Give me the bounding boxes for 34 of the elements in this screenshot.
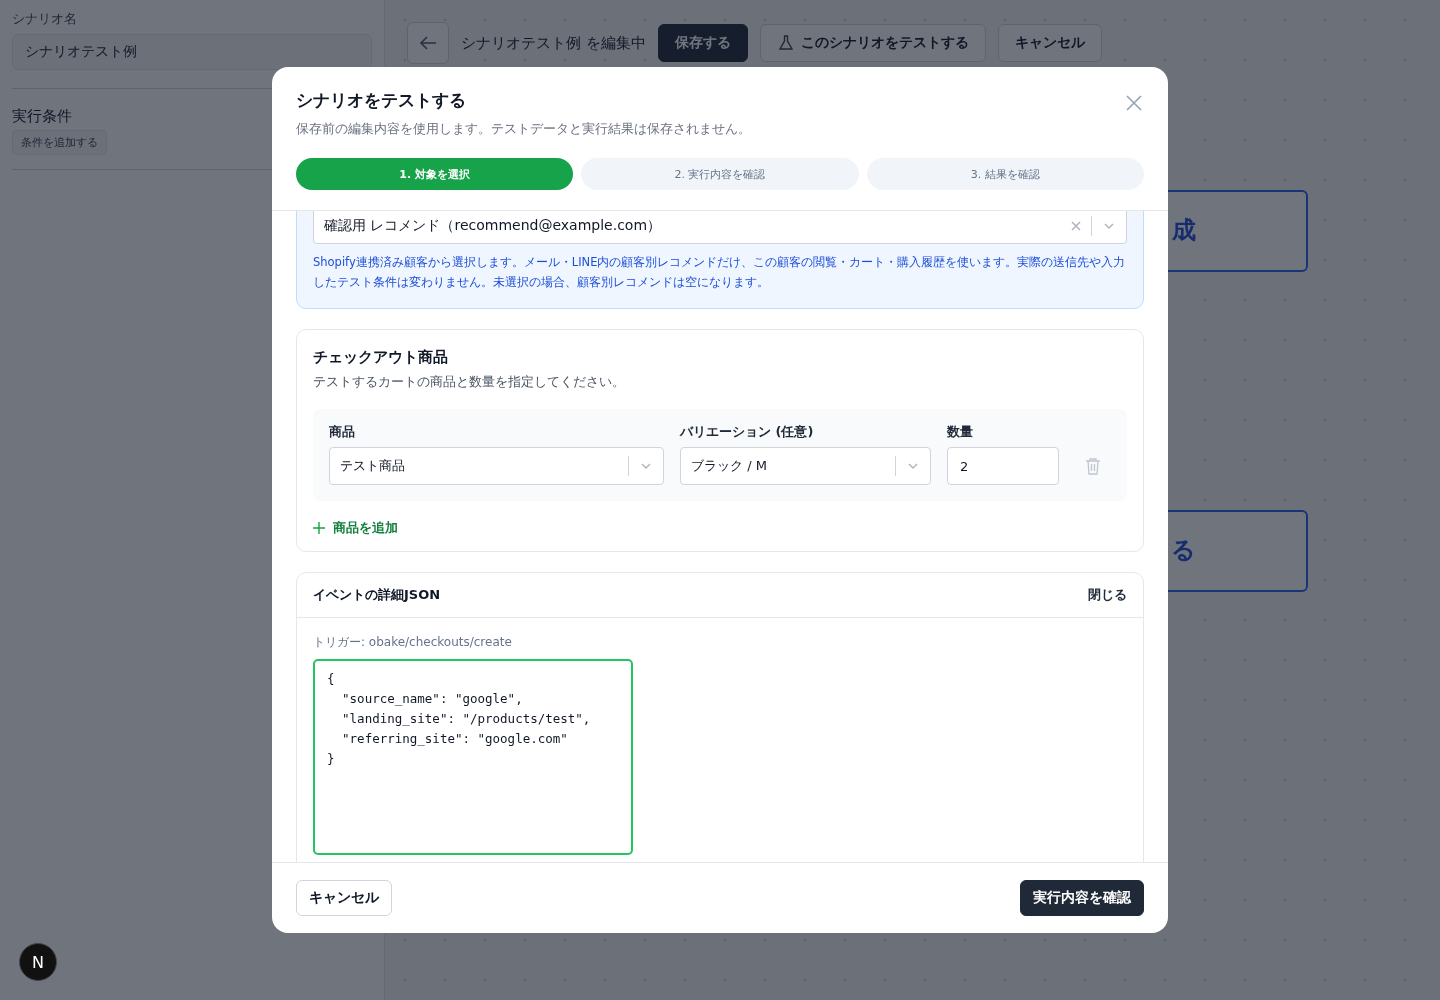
close-icon[interactable] [1126,95,1142,111]
step-tab[interactable]: 2. 実行内容を確認 [581,158,859,190]
add-product-button[interactable]: 商品を追加 [313,519,398,537]
help-text: Shopify連携済み顧客から選択します。メール・LINE内の顧客別レコメンドだけ、この顧客の閲覧・カート・購入履歴を使います。実際の送信先や入力したテスト条件は変わりません。未選択の場合、顧客別レコメンドは空になります。 [313,254,1127,291]
dialog-subtitle: 保存前の編集内容を使用します。テストデータと実行結果は保存されません。 [296,120,752,138]
product-select[interactable]: テスト商品 [329,447,664,485]
flask-icon [776,34,795,52]
card-description: テストするカートの商品と数量を指定してください。 [313,373,626,391]
test-scenario-button[interactable]: このシナリオをテストする [759,24,986,62]
cancel-button[interactable]: キャンセル [296,880,392,916]
step-tab[interactable]: 3. 結果を確認 [866,158,1144,190]
card-title: チェックアウト商品 [313,348,449,367]
column-label: 商品 [329,423,356,441]
variant-select[interactable]: ブラック / M [680,447,931,485]
json-field[interactable]: { "source_name": "google", "landing_site": "/products/test", "referring_site": "google.com" } [313,659,633,855]
plus-icon [313,522,325,534]
save-button[interactable]: 保存する [657,24,748,62]
trigger-label: トリガー: obake/checkouts/create [313,634,513,651]
dialog-title: シナリオをテストする [296,89,466,112]
scenario-name-field[interactable]: シナリオテスト例 [12,34,372,70]
section-title: 実行条件 [12,107,73,126]
close-link[interactable]: 閉じる [1088,586,1127,604]
field-label: シナリオ名 [12,10,78,28]
column-label: 数量 [947,423,974,441]
back-button[interactable] [407,22,449,64]
quantity-field[interactable]: 2 [947,447,1059,485]
customer-select[interactable]: 確認用 レコメンド（recommend@example.com） [313,211,1127,244]
trash-icon[interactable] [1085,457,1101,475]
cancel-button[interactable]: キャンセル [997,24,1102,62]
clear-icon[interactable] [1071,221,1081,231]
confirm-button[interactable]: 実行内容を確認 [1020,880,1144,916]
card-title: イベントの詳細JSON [313,586,441,604]
editor-title: シナリオテスト例 を編集中 [461,33,646,53]
column-label: バリエーション (任意) [680,423,815,441]
